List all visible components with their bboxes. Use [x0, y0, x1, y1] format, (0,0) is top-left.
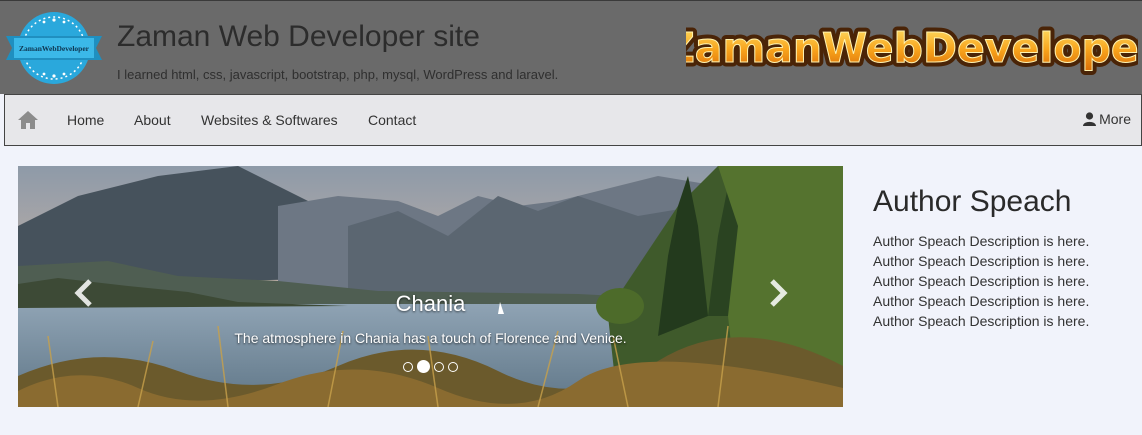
author-line: Author Speach Description is here.: [873, 253, 1090, 269]
logo-text: ZamanWebDeveloper: [19, 44, 90, 53]
author-line: Author Speach Description is here.: [873, 313, 1090, 329]
carousel-indicator-4[interactable]: [448, 361, 458, 372]
author-heading: Author Speach: [873, 185, 1072, 218]
site-title: Zaman Web Developer site: [117, 20, 480, 53]
wordmark-text: ZamanWebDeveloper: [686, 24, 1138, 72]
site-header: ZamanWebDeveloper Zaman Web Developer si…: [0, 0, 1142, 94]
user-icon: [1083, 112, 1097, 126]
main-navbar: Home About Websites & Softwares Contact …: [4, 94, 1142, 146]
site-logo[interactable]: ZamanWebDeveloper: [4, 8, 104, 88]
home-icon[interactable]: [17, 109, 39, 131]
nav-about[interactable]: About: [134, 112, 171, 128]
slide-caption-title: Chania: [395, 291, 466, 316]
nav-more[interactable]: More: [1083, 111, 1131, 127]
author-line: Author Speach Description is here.: [873, 233, 1090, 249]
author-description: Author Speach Description is here. Autho…: [873, 231, 1089, 331]
nav-more-label: More: [1099, 111, 1131, 127]
image-carousel[interactable]: Chania The atmosphere in Chania has a to…: [18, 166, 843, 407]
slide-caption-text: The atmosphere in Chania has a touch of …: [234, 330, 627, 346]
site-tagline: I learned html, css, javascript, bootstr…: [117, 67, 559, 82]
nav-websites-softwares[interactable]: Websites & Softwares: [201, 112, 338, 128]
carousel-indicators: [18, 360, 843, 373]
carousel-indicator-1[interactable]: [403, 361, 413, 372]
nav-home[interactable]: Home: [67, 112, 104, 128]
carousel-indicator-2[interactable]: [417, 360, 430, 373]
carousel-indicator-3[interactable]: [434, 361, 444, 372]
author-line: Author Speach Description is here.: [873, 293, 1090, 309]
author-line: Author Speach Description is here.: [873, 273, 1090, 289]
brand-wordmark: ZamanWebDeveloper ZamanWebDeveloper: [686, 20, 1138, 77]
nav-contact[interactable]: Contact: [368, 112, 416, 128]
